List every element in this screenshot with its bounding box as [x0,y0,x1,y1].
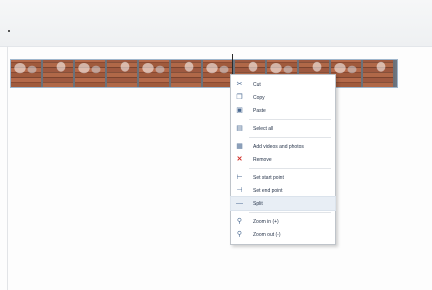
menu-item-set-start-point[interactable]: ⊢ Set start point [231,171,335,184]
menu-item-copy[interactable]: ❐ Copy [231,91,335,104]
menu-item-zoom-in[interactable]: ⚲ Zoom in (+) [231,215,335,228]
storyboard-timeline[interactable] [10,59,398,88]
menu-item-label: Copy [253,94,265,101]
pane-divider [7,46,8,290]
menu-item-label: Set start point [253,174,284,181]
split-icon: — [236,200,243,207]
menu-item-zoom-out[interactable]: ⚲ Zoom out (-) [231,228,335,241]
menu-item-cut[interactable]: ✂ Cut [231,78,335,91]
menu-item-label: Split [253,200,263,207]
menu-item-add-videos-and-photos[interactable]: ▦ Add videos and photos [231,140,335,153]
menu-item-paste[interactable]: ▣ Paste [231,104,335,117]
timeline-frame[interactable] [363,60,395,87]
cut-icon: ✂ [236,81,243,88]
select-all-icon: ▤ [236,125,243,132]
timeline-frame[interactable] [75,60,107,87]
menu-item-select-all[interactable]: ▤ Select all [231,122,335,135]
menu-item-set-end-point[interactable]: ⊣ Set end point [231,184,335,197]
timeline-frame[interactable] [107,60,139,87]
menu-separator [249,137,331,138]
menu-separator [249,119,331,120]
menu-item-label: Paste [253,107,266,114]
screen: ✂ Cut ❐ Copy ▣ Paste ▤ Select all ▦ Add … [0,0,432,290]
menu-separator [249,212,331,213]
timeline-frame[interactable] [171,60,203,87]
menu-item-label: Cut [253,81,261,88]
ribbon-marker [8,30,10,32]
remove-icon: ✕ [236,156,243,163]
menu-item-label: Set end point [253,187,283,194]
paste-icon: ▣ [236,107,243,114]
menu-item-remove[interactable]: ✕ Remove [231,153,335,166]
timeline-frame[interactable] [139,60,171,87]
set-start-icon: ⊢ [236,174,243,181]
menu-item-label: Add videos and photos [253,143,304,150]
menu-item-label: Remove [253,156,272,163]
timeline-frame[interactable] [43,60,75,87]
menu-item-label: Zoom out (-) [253,231,281,238]
context-menu: ✂ Cut ❐ Copy ▣ Paste ▤ Select all ▦ Add … [230,74,336,245]
menu-item-split[interactable]: — Split [230,196,336,211]
add-media-icon: ▦ [236,143,243,150]
timeline-frame[interactable] [11,60,43,87]
ribbon-bar [0,0,432,47]
set-end-icon: ⊣ [236,187,243,194]
menu-item-label: Zoom in (+) [253,218,279,225]
zoom-in-icon: ⚲ [236,218,243,225]
copy-icon: ❐ [236,94,243,101]
menu-separator [249,168,331,169]
menu-item-label: Select all [253,125,274,132]
zoom-out-icon: ⚲ [236,231,243,238]
